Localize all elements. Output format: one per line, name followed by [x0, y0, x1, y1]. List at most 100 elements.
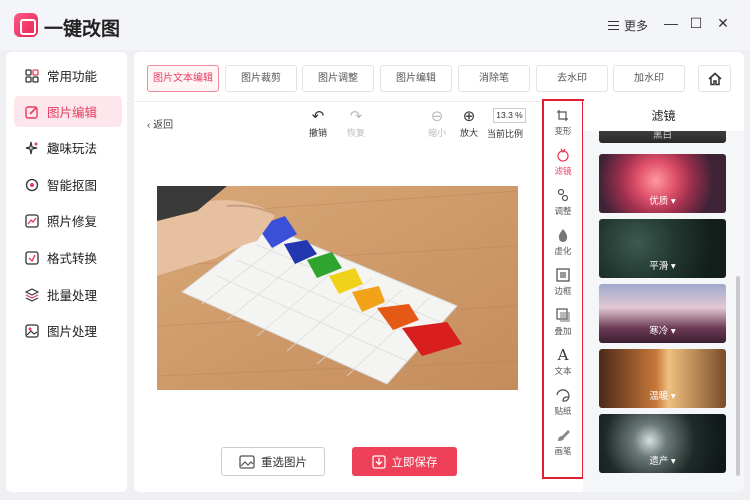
tool-blur[interactable]: 虚化 — [544, 227, 582, 257]
filter-label: 优质 ▾ — [649, 196, 676, 207]
filter-premium[interactable]: 优质 ▾ — [599, 154, 726, 213]
back-button[interactable]: ‹ 返回 — [147, 116, 173, 131]
filter-warm[interactable]: 温暖 ▾ — [599, 349, 726, 408]
more-menu-button[interactable]: 更多 — [608, 17, 648, 34]
tool-text[interactable]: A 文本 — [544, 347, 582, 377]
redo-icon: ↷ — [349, 108, 363, 125]
border-icon — [556, 268, 570, 282]
tool-label: 文本 — [554, 366, 572, 376]
zoom-in-icon: ⊕ — [462, 108, 476, 125]
close-button[interactable]: ✕ — [715, 15, 731, 31]
tool-label: 调整 — [554, 206, 572, 216]
current-ratio-label: 当前比例 — [487, 129, 524, 139]
home-button[interactable] — [698, 65, 731, 92]
undo-label: 撤销 — [308, 128, 327, 138]
sidebar-item-label: 智能抠图 — [47, 179, 98, 193]
tab-image-crop[interactable]: 图片裁剪 — [225, 65, 297, 92]
filter-smooth[interactable]: 平滑 ▾ — [599, 219, 726, 278]
sticker-icon — [556, 389, 570, 402]
app-title: 一键改图 — [44, 19, 121, 40]
zoom-value: 13.3 % — [493, 108, 526, 123]
minimize-button[interactable]: — — [663, 15, 679, 31]
sidebar-item-batch[interactable]: 批量处理 — [14, 279, 122, 310]
tool-label: 叠加 — [554, 326, 572, 336]
adjust-icon — [557, 188, 569, 202]
filter-heritage[interactable]: 遗产 ▾ — [599, 414, 726, 473]
image-process-icon — [25, 323, 39, 338]
filter-panel: 黑白 滤镜 优质 ▾ 平滑 ▾ 寒冷 ▾ 温暖 ▾ 遗产 ▾ — [583, 101, 744, 492]
tab-image-text-edit[interactable]: 图片文本编辑 — [147, 65, 219, 92]
tool-adjust[interactable]: 调整 — [544, 187, 582, 217]
zoom-in-label: 放大 — [459, 128, 478, 138]
sidebar-item-label: 格式转换 — [47, 252, 98, 266]
filter-icon — [557, 148, 569, 162]
filter-scrollbar[interactable] — [736, 276, 740, 476]
sidebar: 常用功能 图片编辑 趣味玩法 智能抠图 照片修复 格式转换 批量处理 图片处理 — [6, 52, 127, 492]
tool-border[interactable]: 边框 — [544, 267, 582, 297]
filter-label: 平滑 ▾ — [649, 261, 676, 272]
overlay-icon — [556, 308, 570, 322]
sidebar-item-image-edit[interactable]: 图片编辑 — [14, 96, 122, 127]
filter-label: 温暖 ▾ — [649, 391, 676, 402]
filter-label: 遗产 ▾ — [649, 456, 676, 467]
tab-image-edit[interactable]: 图片编辑 — [380, 65, 452, 92]
sidebar-item-label: 常用功能 — [47, 70, 98, 84]
menu-icon — [608, 21, 619, 30]
tool-filter[interactable]: 滤镜 — [544, 147, 582, 177]
sidebar-item-label: 照片修复 — [47, 215, 98, 229]
home-icon — [707, 71, 722, 85]
reselect-image-button[interactable]: 重选图片 — [221, 447, 325, 476]
sidebar-item-image-process[interactable]: 图片处理 — [14, 315, 122, 346]
filter-cold[interactable]: 寒冷 ▾ — [599, 284, 726, 343]
image-icon — [239, 454, 255, 469]
tool-label: 滤镜 — [554, 166, 572, 176]
sidebar-item-label: 趣味玩法 — [47, 142, 98, 156]
tab-remove-watermark[interactable]: 去水印 — [536, 65, 608, 92]
sidebar-item-photo-repair[interactable]: 照片修复 — [14, 205, 122, 236]
tool-label: 虚化 — [554, 246, 572, 256]
tab-eraser[interactable]: 消除笔 — [458, 65, 530, 92]
sparkle-icon — [25, 141, 38, 154]
tab-add-watermark[interactable]: 加水印 — [613, 65, 685, 92]
save-button[interactable]: 立即保存 — [352, 447, 457, 476]
tool-transform[interactable]: 变形 — [544, 107, 582, 137]
tool-label: 画笔 — [554, 446, 572, 456]
tab-image-adjust[interactable]: 图片调整 — [302, 65, 374, 92]
cutout-icon — [25, 178, 39, 191]
tool-sticker[interactable]: 贴纸 — [544, 387, 582, 417]
sidebar-item-fun[interactable]: 趣味玩法 — [14, 132, 122, 163]
brush-icon — [558, 430, 570, 441]
image-edit-icon — [25, 105, 38, 119]
sidebar-item-common[interactable]: 常用功能 — [14, 60, 122, 91]
blur-drop-icon — [558, 229, 568, 242]
sidebar-item-label: 图片编辑 — [47, 106, 98, 120]
main-panel: 图片文本编辑 图片裁剪 图片调整 图片编辑 消除笔 去水印 加水印 ‹ 返回 ↶… — [134, 52, 744, 492]
more-menu-label: 更多 — [624, 19, 649, 33]
vertical-toolbar: 变形 滤镜 调整 虚化 边框 叠加 A 文本 贴纸 画笔 — [542, 99, 584, 479]
zoom-in-button[interactable]: ⊕ 放大 — [449, 107, 489, 139]
maximize-button[interactable]: ☐ — [688, 15, 704, 31]
tool-overlay[interactable]: 叠加 — [544, 307, 582, 337]
sidebar-item-cutout[interactable]: 智能抠图 — [14, 169, 122, 200]
sidebar-item-label: 批量处理 — [47, 289, 98, 303]
redo-label: 恢复 — [346, 128, 365, 138]
format-convert-icon — [25, 250, 39, 265]
redo-button[interactable]: ↷ 恢复 — [336, 107, 376, 139]
filter-panel-title: 滤镜 — [583, 101, 744, 131]
grid-icon — [25, 68, 39, 83]
back-label: 返回 — [153, 120, 174, 131]
tool-label: 边框 — [554, 286, 572, 296]
transform-icon — [557, 110, 568, 121]
app-logo — [14, 13, 38, 37]
zoom-out-label: 缩小 — [427, 128, 446, 138]
tool-label: 贴纸 — [554, 406, 572, 416]
tool-brush[interactable]: 画笔 — [544, 427, 582, 457]
sidebar-item-format-convert[interactable]: 格式转换 — [14, 242, 122, 273]
reselect-label: 重选图片 — [261, 456, 307, 469]
undo-button[interactable]: ↶ 撤销 — [298, 107, 338, 139]
download-icon — [371, 454, 386, 469]
sidebar-item-label: 图片处理 — [47, 325, 98, 339]
tool-label: 变形 — [554, 126, 572, 136]
filter-label: 寒冷 ▾ — [649, 326, 676, 337]
photo-repair-icon — [25, 213, 39, 228]
